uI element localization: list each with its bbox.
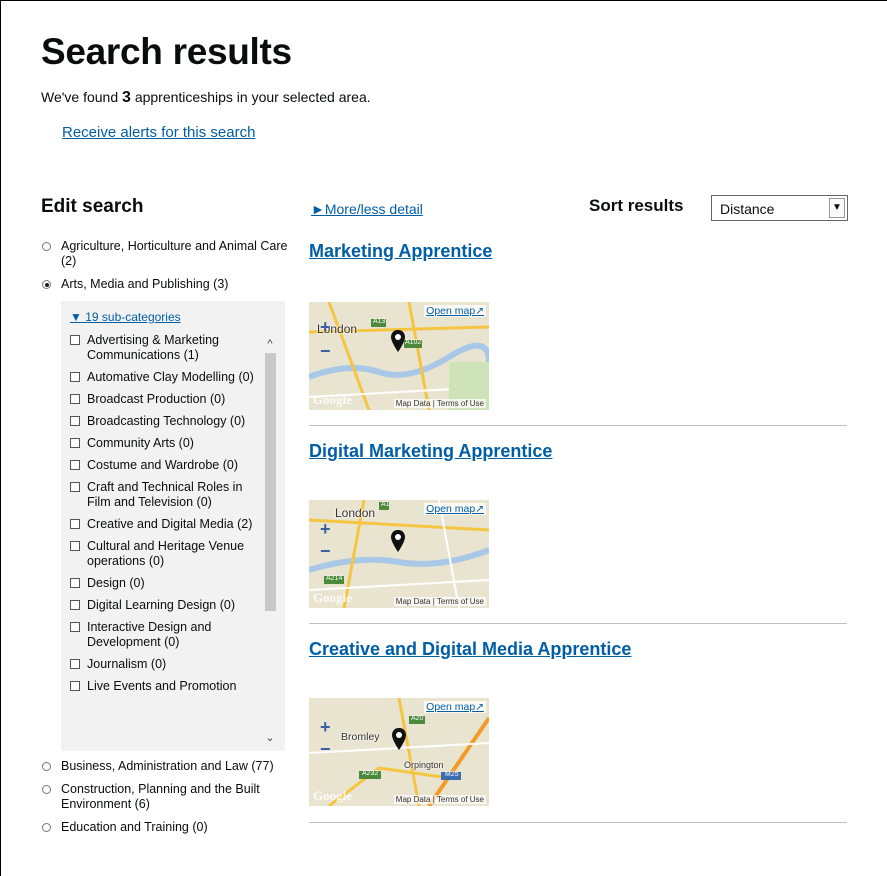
open-map-link[interactable]: Open map↗ — [424, 305, 486, 317]
results-count: 3 — [122, 89, 131, 106]
map-marker-icon — [391, 330, 405, 352]
checkbox[interactable] — [70, 372, 80, 382]
category-construction[interactable]: Construction, Planning and the Built Env… — [41, 782, 289, 812]
map-marker-icon — [392, 728, 406, 750]
result-title-link[interactable]: Digital Marketing Apprentice — [309, 441, 552, 461]
google-logo: Google — [313, 590, 352, 605]
category-list-bottom: Business, Administration and Law (77) Co… — [41, 759, 289, 843]
category-agriculture[interactable]: Agriculture, Horticulture and Animal Car… — [41, 239, 289, 269]
zoom-out-icon[interactable]: − — [320, 740, 331, 758]
dropdown-arrow-icon[interactable]: ▼ — [829, 198, 845, 218]
result-item: Digital Marketing Apprentice — [309, 441, 847, 462]
result-title-link[interactable]: Creative and Digital Media Apprentice — [309, 639, 631, 659]
subcategory-scroll-area[interactable]: Advertising & Marketing Communications (… — [61, 329, 285, 751]
subcategory-item[interactable]: Journalism (0) — [70, 657, 261, 672]
zoom-in-icon[interactable]: + — [320, 718, 331, 736]
scroll-up-icon[interactable]: ^ — [263, 337, 277, 351]
google-logo: Google — [313, 788, 352, 803]
result-divider — [309, 623, 847, 624]
category-business[interactable]: Business, Administration and Law (77) — [41, 759, 289, 774]
radio-button[interactable] — [42, 785, 51, 794]
result-divider — [309, 822, 847, 823]
subcategory-scrollbar[interactable]: ^ ⌄ — [263, 329, 277, 751]
result-map[interactable]: A20 A232 M25 Bromley Orpington + − Open … — [309, 698, 489, 806]
subcategory-item[interactable]: Digital Learning Design (0) — [70, 598, 261, 613]
checkbox[interactable] — [70, 578, 80, 588]
subcategory-item[interactable]: Live Events and Promotion — [70, 679, 261, 694]
results-count-text: We've found 3 apprenticeships in your se… — [41, 89, 371, 106]
radio-button-selected[interactable] — [42, 280, 51, 289]
radio-button[interactable] — [42, 242, 51, 251]
radio-button[interactable] — [42, 823, 51, 832]
subcategory-item[interactable]: Broadcasting Technology (0) — [70, 414, 261, 429]
triangle-down-icon: ▼ — [70, 310, 82, 324]
checkbox[interactable] — [70, 335, 80, 345]
subcategory-panel: ▼ 19 sub-categories Advertising & Market… — [61, 301, 285, 751]
zoom-out-icon[interactable]: − — [320, 542, 331, 560]
scroll-thumb[interactable] — [265, 353, 276, 611]
checkbox[interactable] — [70, 622, 80, 632]
result-map[interactable]: A13 A102 London + − Open map↗ Google Map… — [309, 302, 489, 410]
subcategory-item[interactable]: Advertising & Marketing Communications (… — [70, 333, 261, 363]
checkbox[interactable] — [70, 519, 80, 529]
result-title-link[interactable]: Marketing Apprentice — [309, 241, 492, 261]
map-footer: Map Data | Terms of Use — [393, 597, 486, 606]
subcategory-item[interactable]: Interactive Design and Development (0) — [70, 620, 261, 650]
category-list-top: Agriculture, Horticulture and Animal Car… — [41, 239, 289, 300]
checkbox[interactable] — [70, 600, 80, 610]
result-item: Marketing Apprentice — [309, 241, 847, 262]
map-footer: Map Data | Terms of Use — [393, 399, 486, 408]
sort-select[interactable]: Distance ▼ — [711, 195, 848, 221]
checkbox[interactable] — [70, 416, 80, 426]
map-marker-icon — [391, 530, 405, 552]
map-place-label: Bromley — [341, 731, 380, 743]
result-item: Creative and Digital Media Apprentice — [309, 639, 847, 660]
subcategory-item[interactable]: Craft and Technical Roles in Film and Te… — [70, 480, 261, 510]
chevron-down-icon[interactable]: ⌄ — [263, 731, 277, 745]
open-map-link[interactable]: Open map↗ — [424, 701, 486, 713]
subcategory-item[interactable]: Costume and Wardrobe (0) — [70, 458, 261, 473]
subcategory-item[interactable]: Community Arts (0) — [70, 436, 261, 451]
checkbox[interactable] — [70, 482, 80, 492]
external-link-icon: ↗ — [475, 701, 484, 713]
receive-alerts-link[interactable]: Receive alerts for this search — [62, 124, 255, 141]
subcategories-toggle[interactable]: ▼ 19 sub-categories — [70, 310, 181, 324]
checkbox[interactable] — [70, 394, 80, 404]
subcategory-item[interactable]: Creative and Digital Media (2) — [70, 517, 261, 532]
page-title: Search results — [41, 31, 292, 72]
subcategory-item[interactable]: Automative Clay Modelling (0) — [70, 370, 261, 385]
category-education[interactable]: Education and Training (0) — [41, 820, 289, 835]
subcategory-item[interactable]: Cultural and Heritage Venue operations (… — [70, 539, 261, 569]
category-arts-media[interactable]: Arts, Media and Publishing (3) — [41, 277, 289, 292]
radio-button[interactable] — [42, 762, 51, 771]
zoom-out-icon[interactable]: − — [320, 342, 331, 360]
checkbox[interactable] — [70, 659, 80, 669]
zoom-in-icon[interactable]: + — [320, 318, 331, 336]
triangle-right-icon: ► — [311, 201, 325, 217]
map-footer: Map Data | Terms of Use — [393, 795, 486, 804]
open-map-link[interactable]: Open map↗ — [424, 503, 486, 515]
result-map[interactable]: A1 A214 London + − Open map↗ Google Map … — [309, 500, 489, 608]
google-logo: Google — [313, 392, 352, 407]
checkbox[interactable] — [70, 541, 80, 551]
edit-search-heading: Edit search — [41, 196, 144, 217]
sort-results-label: Sort results — [589, 196, 684, 215]
more-less-detail-link[interactable]: ►More/less detail — [311, 201, 423, 217]
checkbox[interactable] — [70, 438, 80, 448]
external-link-icon: ↗ — [475, 503, 484, 515]
subcategory-list: Advertising & Marketing Communications (… — [61, 329, 261, 694]
map-place-label: London — [335, 506, 376, 520]
subcategory-item[interactable]: Broadcast Production (0) — [70, 392, 261, 407]
map-place-label: Orpington — [404, 760, 444, 770]
external-link-icon: ↗ — [475, 305, 484, 317]
zoom-in-icon[interactable]: + — [320, 520, 331, 538]
checkbox[interactable] — [70, 681, 80, 691]
subcategory-item[interactable]: Design (0) — [70, 576, 261, 591]
checkbox[interactable] — [70, 460, 80, 470]
result-divider — [309, 425, 847, 426]
